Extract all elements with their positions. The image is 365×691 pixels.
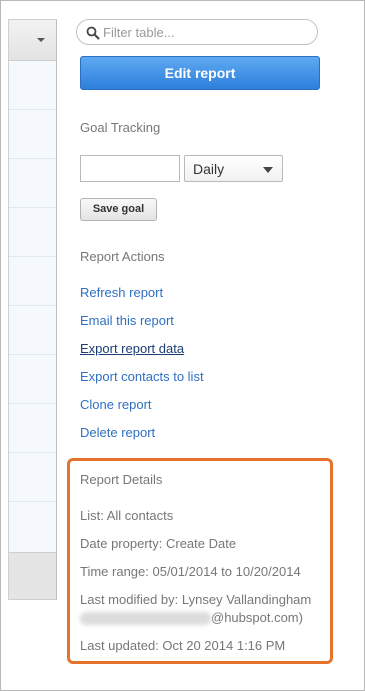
table-footer	[9, 552, 56, 599]
redacted-email	[80, 612, 211, 626]
table-row	[9, 452, 56, 453]
table-row	[9, 158, 56, 159]
goal-value-input[interactable]	[80, 155, 180, 182]
table-body	[9, 61, 56, 552]
export-report-data-link[interactable]: Export report data	[80, 341, 184, 356]
detail-last-updated: Last updated: Oct 20 2014 1:16 PM	[80, 638, 286, 653]
chevron-down-icon	[263, 167, 273, 173]
filter-table-field[interactable]	[76, 19, 318, 45]
email-report-link[interactable]: Email this report	[80, 313, 174, 328]
delete-report-link[interactable]: Delete report	[80, 425, 155, 440]
table-row	[9, 354, 56, 355]
table-row	[9, 501, 56, 502]
search-icon	[86, 26, 100, 40]
table-row	[9, 305, 56, 306]
caret-down-icon[interactable]	[37, 38, 45, 42]
email-domain: @hubspot.com)	[211, 610, 303, 625]
detail-list: List: All contacts	[80, 508, 174, 523]
table-row	[9, 207, 56, 208]
refresh-report-link[interactable]: Refresh report	[80, 285, 163, 300]
goal-tracking-title: Goal Tracking	[80, 120, 161, 135]
goal-period-select[interactable]: Daily	[184, 155, 283, 182]
report-table-fragment	[8, 19, 57, 600]
save-goal-button[interactable]: Save goal	[80, 198, 157, 221]
table-row	[9, 256, 56, 257]
detail-date-property: Date property: Create Date	[80, 536, 237, 551]
table-row	[9, 403, 56, 404]
detail-last-modified-by: Last modified by: Lynsey Vallandingham	[80, 592, 312, 607]
table-row	[9, 109, 56, 110]
filter-table-input[interactable]	[103, 23, 303, 41]
export-contacts-link[interactable]: Export contacts to list	[80, 369, 204, 384]
detail-modified-email: @hubspot.com)	[80, 610, 303, 626]
report-details-highlight	[67, 458, 333, 664]
goal-period-value: Daily	[193, 161, 225, 177]
clone-report-link[interactable]: Clone report	[80, 397, 152, 412]
edit-report-button[interactable]: Edit report	[80, 56, 320, 90]
table-header[interactable]	[9, 20, 56, 61]
detail-time-range: Time range: 05/01/2014 to 10/20/2014	[80, 564, 301, 579]
report-details-title: Report Details	[80, 472, 163, 487]
report-actions-title: Report Actions	[80, 249, 165, 264]
